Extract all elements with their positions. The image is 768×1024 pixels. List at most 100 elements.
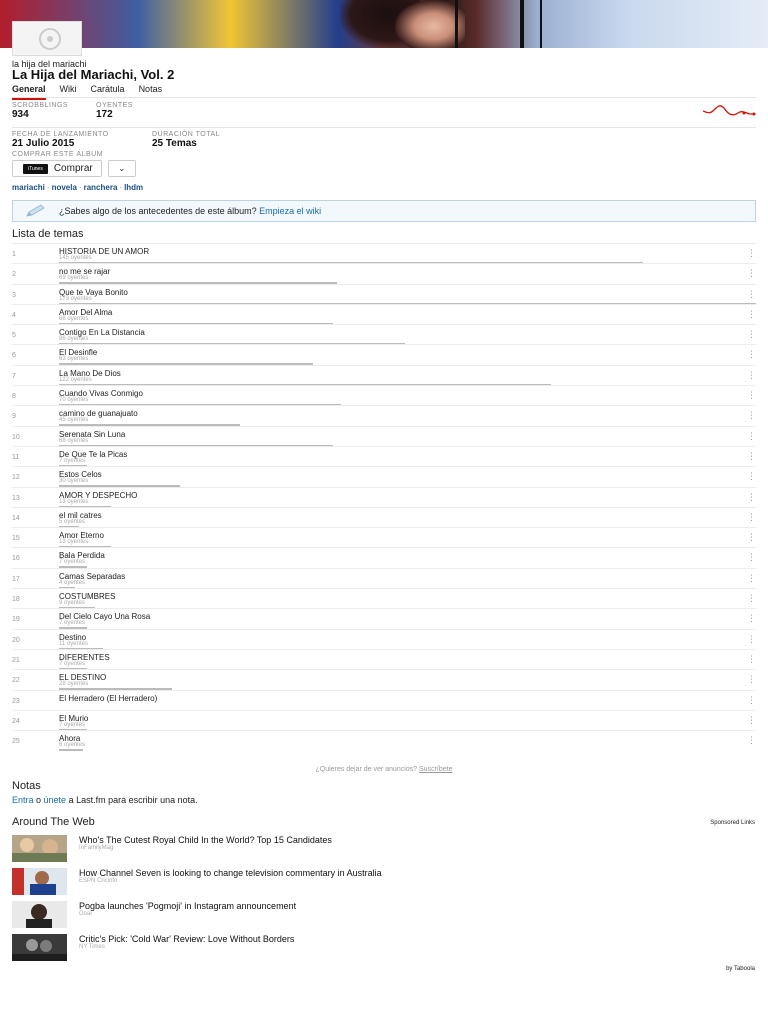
track-number: 24 — [12, 717, 20, 725]
track-row[interactable]: 18 COSTUMBRES 9 oyentes ⋮ — [12, 588, 756, 610]
sponsored-title[interactable]: Who's The Cutest Royal Child In the Worl… — [79, 835, 332, 845]
sponsored-item[interactable]: Pogba launches 'Pogmoji' in Instagram an… — [12, 901, 712, 929]
track-more-options-icon[interactable]: ⋮ — [747, 309, 756, 319]
track-more-options-icon[interactable]: ⋮ — [747, 268, 756, 278]
tag-link[interactable]: novela — [52, 183, 77, 192]
signup-link[interactable]: únete — [44, 795, 67, 805]
track-more-options-icon[interactable]: ⋮ — [747, 552, 756, 562]
track-row[interactable]: 1 HISTORIA DE UN AMOR 145 oyentes ⋮ — [12, 243, 756, 264]
track-more-options-icon[interactable]: ⋮ — [747, 634, 756, 644]
track-more-options-icon[interactable]: ⋮ — [747, 492, 756, 502]
track-more-options-icon[interactable]: ⋮ — [747, 349, 756, 359]
track-listeners: 9 oyentes — [59, 600, 86, 607]
track-row[interactable]: 3 Que te Vaya Bonito 173 oyentes ⋮ — [12, 283, 756, 305]
track-more-options-icon[interactable]: ⋮ — [747, 532, 756, 542]
listeners-stat: OYENTES 172 — [96, 102, 133, 120]
track-row[interactable]: 23 El Herradero (El Herradero) ⋮ — [12, 689, 756, 710]
track-number: 14 — [12, 514, 20, 522]
buy-itunes-button[interactable]: iTunes Comprar — [12, 160, 102, 177]
track-row[interactable]: 11 De Que Te la Picas 7 oyentes ⋮ — [12, 445, 756, 467]
track-listeners: 145 oyentes — [59, 255, 92, 261]
track-number: 16 — [12, 555, 20, 563]
track-row[interactable]: 17 Camas Separadas 4 oyentes ⋮ — [12, 567, 756, 589]
track-row[interactable]: 6 El Desinfle 63 oyentes ⋮ — [12, 344, 756, 366]
track-listeners: 7 oyentes — [59, 660, 86, 667]
login-link[interactable]: Entra — [12, 795, 34, 805]
track-row[interactable]: 5 Contigo En La Distancia 86 oyentes ⋮ — [12, 324, 756, 346]
track-more-options-icon[interactable]: ⋮ — [747, 654, 756, 664]
buy-options-dropdown[interactable]: ⌄ — [107, 160, 136, 177]
tag-link[interactable]: ranchera — [84, 183, 118, 192]
track-row[interactable]: 16 Bala Perdida 7 oyentes ⋮ — [12, 547, 756, 569]
track-more-options-icon[interactable]: ⋮ — [747, 329, 756, 339]
sponsored-item[interactable]: Critic's Pick: 'Cold War' Review: Love W… — [12, 934, 712, 962]
scrobblings-value: 934 — [12, 109, 29, 120]
track-row[interactable]: 12 Estos Celos 30 oyentes ⋮ — [12, 466, 756, 488]
track-more-options-icon[interactable]: ⋮ — [747, 715, 756, 725]
sponsored-item[interactable]: How Channel Seven is looking to change t… — [12, 868, 712, 896]
track-row[interactable]: 25 Ahora 6 oyentes ⋮ — [12, 730, 756, 752]
track-row[interactable]: 8 Cuando Vivas Conmigo 70 oyentes ⋮ — [12, 385, 756, 407]
track-more-options-icon[interactable]: ⋮ — [747, 735, 756, 745]
track-more-options-icon[interactable]: ⋮ — [747, 471, 756, 481]
track-more-options-icon[interactable]: ⋮ — [747, 573, 756, 583]
chevron-down-icon: ⌄ — [118, 164, 126, 173]
track-more-options-icon[interactable]: ⋮ — [747, 593, 756, 603]
track-more-options-icon[interactable]: ⋮ — [747, 390, 756, 400]
tag-link[interactable]: mariachi — [12, 183, 45, 192]
hero-stage-pole — [455, 0, 458, 48]
track-more-options-icon[interactable]: ⋮ — [747, 512, 756, 522]
track-number: 2 — [12, 271, 16, 279]
sponsored-title[interactable]: How Channel Seven is looking to change t… — [79, 868, 382, 878]
track-row[interactable]: 10 Serenata Sin Luna 68 oyentes ⋮ — [12, 425, 756, 447]
track-row[interactable]: 2 no me se rajar 69 oyentes ⋮ — [12, 263, 756, 285]
track-more-options-icon[interactable]: ⋮ — [747, 370, 756, 380]
track-row[interactable]: 15 Amor Eterno 13 oyentes ⋮ — [12, 527, 756, 549]
track-more-options-icon[interactable]: ⋮ — [747, 674, 756, 684]
notes-rest-text: a Last.fm para escribir una nota. — [66, 795, 198, 805]
track-more-options-icon[interactable]: ⋮ — [747, 695, 756, 705]
track-more-options-icon[interactable]: ⋮ — [747, 451, 756, 461]
track-more-options-icon[interactable]: ⋮ — [747, 248, 756, 258]
track-row[interactable]: 20 Destino 11 oyentes ⋮ — [12, 628, 756, 650]
track-more-options-icon[interactable]: ⋮ — [747, 289, 756, 299]
scrobble-trend-icon — [702, 105, 756, 116]
track-row[interactable]: 7 La Mano De Dios 122 oyentes ⋮ — [12, 364, 756, 386]
hero-stage-pole — [520, 0, 524, 48]
track-listeners: 86 oyentes — [59, 336, 89, 343]
track-number: 15 — [12, 535, 20, 543]
buy-row: iTunes Comprar ⌄ — [12, 160, 136, 177]
tag-link[interactable]: lhdm — [124, 183, 143, 192]
track-listeners: 30 oyentes — [59, 478, 89, 485]
track-more-options-icon[interactable]: ⋮ — [747, 410, 756, 420]
track-row[interactable]: 22 EL DESTINO 28 oyentes ⋮ — [12, 669, 756, 691]
sponsored-item[interactable]: Who's The Cutest Royal Child In the Worl… — [12, 835, 712, 863]
disc-icon — [39, 28, 61, 50]
track-title-link[interactable]: El Herradero (El Herradero) — [59, 694, 157, 703]
track-listeners: 69 oyentes — [59, 275, 89, 282]
start-wiki-link[interactable]: Empieza el wiki — [259, 206, 321, 216]
track-number: 12 — [12, 474, 20, 482]
track-row[interactable]: 9 camino de guanajuato 45 oyentes ⋮ — [12, 405, 756, 427]
taboola-attribution[interactable]: by Taboola — [726, 966, 755, 972]
track-number: 4 — [12, 311, 16, 319]
sponsored-title[interactable]: Critic's Pick: 'Cold War' Review: Love W… — [79, 934, 294, 944]
track-more-options-icon[interactable]: ⋮ — [747, 613, 756, 623]
track-row[interactable]: 19 Del Cielo Cayo Una Rosa 7 oyentes ⋮ — [12, 608, 756, 630]
track-row[interactable]: 21 DIFERENTES 7 oyentes ⋮ — [12, 648, 756, 670]
pencil-icon — [26, 204, 45, 217]
sponsored-title[interactable]: Pogba launches 'Pogmoji' in Instagram an… — [79, 901, 296, 911]
track-more-options-icon[interactable]: ⋮ — [747, 431, 756, 441]
track-row[interactable]: 24 El Murio 7 oyentes ⋮ — [12, 709, 756, 731]
subscribe-link[interactable]: Suscríbete — [419, 766, 452, 773]
track-row[interactable]: 14 el mil catres 5 oyentes ⋮ — [12, 506, 756, 528]
around-web-heading: Around The Web — [12, 816, 95, 828]
sponsored-links-label[interactable]: Sponsored Links — [710, 820, 755, 826]
track-number: 22 — [12, 677, 20, 685]
track-row[interactable]: 4 Amor Del Alma 68 oyentes ⋮ — [12, 303, 756, 325]
album-cover-placeholder[interactable] — [12, 21, 82, 56]
track-row[interactable]: 13 AMOR Y DESPECHO 13 oyentes ⋮ — [12, 486, 756, 508]
scrobblings-stat: SCROBBLINGS 934 — [12, 102, 68, 120]
album-title: La Hija del Mariachi, Vol. 2 — [12, 67, 175, 82]
track-number: 7 — [12, 372, 16, 380]
